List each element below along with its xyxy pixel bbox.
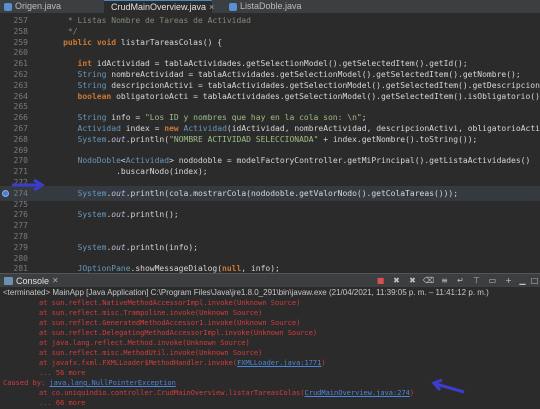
display-console-icon[interactable]: ▭	[488, 276, 497, 285]
trace-line: at javafx.fxml.FXMLLoader$MethodHandler.…	[39, 359, 326, 367]
tab-origen[interactable]: Origen.java	[4, 0, 74, 13]
trace-line: at sun.reflect.misc.Trampoline.invoke(Un…	[39, 309, 263, 317]
close-icon[interactable]: ×	[209, 1, 214, 14]
close-icon[interactable]: ✕	[52, 275, 59, 287]
tab-label: ListaDoble.java	[240, 1, 302, 11]
more-line: ... 66 more	[39, 399, 86, 407]
tab-crudmainoverview[interactable]: CrudMainOverview.java ×	[104, 0, 214, 14]
line-code: JOptionPane.showMessageDialog(null, info…	[77, 264, 280, 273]
scroll-lock-icon[interactable]: ≡	[440, 276, 449, 285]
terminate-icon[interactable]: ■	[376, 276, 385, 285]
java-file-icon	[229, 2, 237, 11]
console-tab[interactable]: Console ✕	[4, 275, 59, 287]
console-header: Console ✕ ■ ✖ ✖ ⌫ ≡ ↵ ⊤ ▭ + ▁ □	[0, 273, 540, 287]
trace-line: at java.lang.reflect.Method.invoke(Unkno…	[39, 339, 250, 347]
tab-listadoble[interactable]: ListaDoble.java	[229, 0, 309, 13]
remove-launch-icon[interactable]: ✖	[392, 276, 401, 285]
maximize-icon[interactable]: □	[530, 276, 539, 285]
stack-trace-arrow-icon	[431, 378, 465, 394]
pin-console-icon[interactable]: ⊤	[472, 276, 481, 285]
code-line[interactable]: 281 JOptionPane.showMessageDialog(null, …	[0, 261, 540, 273]
more-line: ... 56 more	[39, 369, 86, 377]
code-editor[interactable]: 257 * Listas Nombre de Tareas de Activid…	[0, 13, 540, 273]
clear-console-icon[interactable]: ⌫	[423, 276, 434, 285]
line-number: 281	[13, 264, 28, 273]
editor-tab-bar: Origen.java CrudMainOverview.java × List…	[0, 0, 540, 13]
java-file-icon	[4, 2, 12, 11]
remove-all-icon[interactable]: ✖	[408, 276, 417, 285]
fxmlloader-link[interactable]: FXMLLoader.java:1771	[237, 359, 321, 367]
terminated-status: <terminated> MainApp [Java Application] …	[3, 288, 489, 297]
minimize-icon[interactable]: ▁	[518, 276, 527, 285]
console-tab-label: Console	[16, 276, 50, 286]
word-wrap-icon[interactable]: ↵	[456, 276, 465, 285]
open-console-icon[interactable]: +	[504, 276, 513, 285]
exception-link[interactable]: java.lang.NullPointerException	[49, 379, 175, 387]
breakpoint-arrow-icon	[12, 179, 45, 191]
crudmainoverview-link[interactable]: CrudMainOverview.java:274	[305, 389, 410, 397]
tab-label: CrudMainOverview.java	[111, 1, 207, 12]
trace-line: at sun.reflect.DelegatingMethodAccessorI…	[39, 329, 318, 337]
console-icon	[4, 277, 13, 285]
trace-line: at sun.reflect.NativeMethodAccessorImpl.…	[39, 299, 301, 307]
tab-label: Origen.java	[15, 1, 62, 11]
trace-line: at sun.reflect.GeneratedMethodAccessor1.…	[39, 319, 301, 327]
trace-line: at sun.reflect.misc.MethodUtil.invoke(Un…	[39, 349, 263, 357]
